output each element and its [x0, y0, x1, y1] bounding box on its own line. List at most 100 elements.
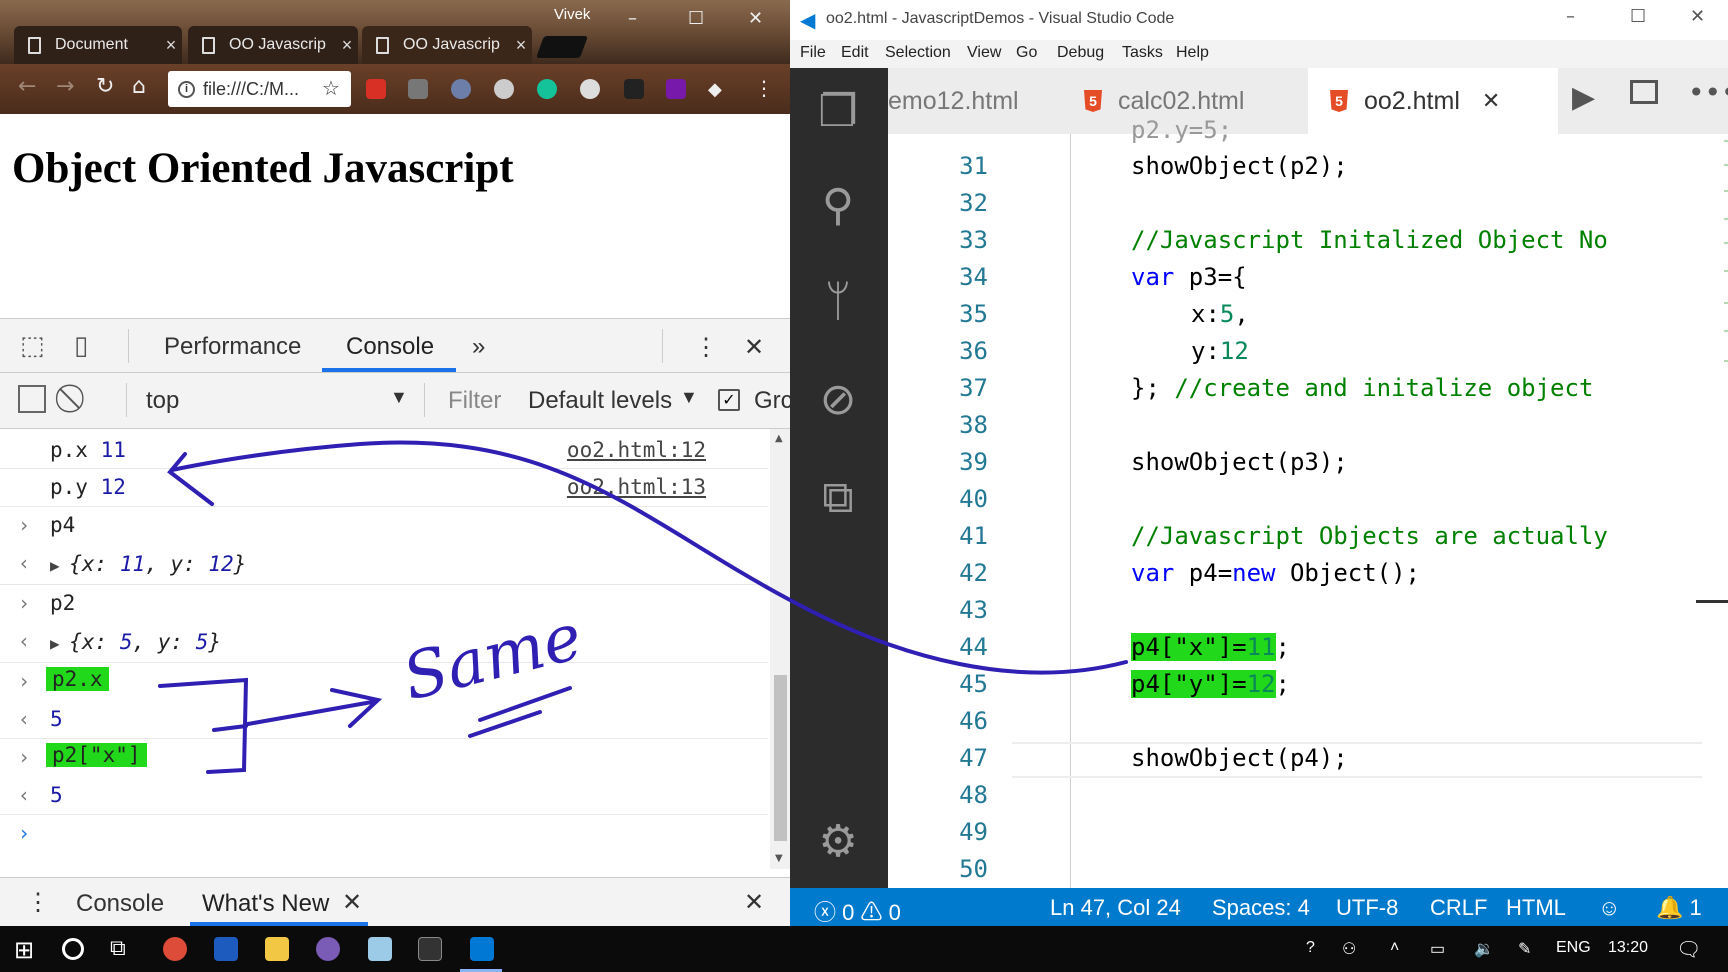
close-tab-icon[interactable]: × [160, 35, 182, 56]
source-control-icon[interactable]: ᛘ [812, 276, 864, 328]
problems-indicator[interactable]: ⓧ 0 ⚠ 0 [814, 895, 901, 927]
extension-icon[interactable] [451, 79, 471, 99]
language-mode[interactable]: HTML [1506, 895, 1566, 921]
task-view-icon[interactable]: ⧉ [110, 936, 126, 961]
close-devtools-icon[interactable]: ✕ [744, 333, 764, 362]
back-icon[interactable]: ← [18, 74, 36, 99]
context-selector[interactable]: top [146, 387, 179, 415]
extension-icon[interactable] [580, 79, 600, 99]
language-indicator[interactable]: ENG [1556, 939, 1591, 957]
onenote-icon[interactable] [666, 79, 686, 99]
maximize-icon[interactable]: ☐ [688, 8, 704, 29]
visual-studio-taskbar-icon[interactable] [214, 937, 238, 961]
vscode-taskbar-icon[interactable] [470, 937, 494, 961]
object-preview[interactable]: ▶ {x: 5, y: 5} [50, 630, 221, 654]
close-drawer-icon[interactable]: ✕ [744, 888, 764, 917]
extension-icon[interactable] [624, 79, 644, 99]
chrome-taskbar-icon[interactable] [163, 937, 187, 961]
close-tab-icon[interactable]: × [336, 35, 358, 56]
line-endings[interactable]: CRLF [1430, 895, 1487, 921]
menu-view[interactable]: View [967, 44, 1001, 62]
app-taskbar-icon[interactable] [316, 937, 340, 961]
chrome-menu-icon[interactable]: ⋮ [754, 76, 774, 100]
menu-tasks[interactable]: Tasks [1122, 44, 1163, 62]
menu-go[interactable]: Go [1016, 44, 1037, 62]
maximize-icon[interactable]: ☐ [1630, 6, 1646, 27]
bulb-extension-icon[interactable] [494, 79, 514, 99]
tab-oo2-active[interactable]: 5 oo2.html ✕ [1308, 68, 1558, 134]
search-icon[interactable]: ⚲ [812, 180, 864, 232]
log-levels-select[interactable]: Default levels [528, 387, 672, 415]
terminal-taskbar-icon[interactable] [418, 937, 442, 961]
console-output[interactable]: p.x 11 oo2.html:12 p.y 12 oo2.html:13 › … [0, 429, 770, 869]
more-actions-icon[interactable]: ••• [1688, 76, 1728, 109]
filter-input[interactable]: Filter [448, 387, 501, 415]
menu-edit[interactable]: Edit [841, 44, 869, 62]
menu-selection[interactable]: Selection [885, 44, 951, 62]
code-editor[interactable]: 31 32 33 34 35 36 37 38 39 40 41 42 43 44 45 46 47 48 49 50… [888, 116, 1728, 888]
split-editor-icon[interactable] [1630, 80, 1658, 104]
extension-icon[interactable] [408, 79, 428, 99]
tab-console[interactable]: Console [346, 333, 434, 361]
browser-tab-document[interactable]: Document × [14, 26, 182, 64]
feedback-smiley-icon[interactable]: ☺ [1598, 895, 1620, 921]
minimize-icon[interactable]: – [1566, 6, 1575, 27]
profile-name[interactable]: Vivek [554, 6, 590, 23]
close-whats-new-icon[interactable]: ✕ [342, 888, 362, 917]
action-center-icon[interactable]: 🗨 [1676, 937, 1701, 962]
new-tab-button[interactable] [535, 36, 589, 58]
menu-help[interactable]: Help [1176, 44, 1209, 62]
close-window-icon[interactable]: ✕ [748, 8, 763, 29]
drawer-tab-whats-new[interactable]: What's New [202, 890, 329, 918]
people-tray-icon[interactable]: ⚇ [1342, 939, 1356, 959]
drawer-menu-icon[interactable]: ⋮ [26, 888, 50, 917]
close-tab-icon[interactable]: ✕ [1482, 88, 1500, 114]
file-explorer-taskbar-icon[interactable] [265, 937, 289, 961]
group-similar-checkbox[interactable]: ✓ [718, 389, 740, 411]
debug-icon[interactable]: ⊘ [812, 374, 864, 426]
console-result-row[interactable]: ‹ ▶ {x: 5, y: 5} [0, 623, 768, 663]
help-tray-icon[interactable]: ? [1306, 939, 1315, 957]
source-link[interactable]: oo2.html:13 [567, 475, 706, 499]
console-result-row[interactable]: ‹ ▶ {x: 11, y: 12} [0, 545, 768, 585]
scroll-up-icon[interactable]: ▲ [775, 433, 783, 444]
chevron-up-icon[interactable]: ˄ [1390, 939, 1399, 957]
devtools-menu-icon[interactable]: ⋮ [694, 333, 718, 362]
pen-tray-icon[interactable]: ✎ [1518, 939, 1531, 959]
explorer-icon[interactable]: ❐ [812, 86, 864, 138]
inspect-element-icon[interactable]: ⬚ [20, 331, 45, 361]
forward-icon[interactable]: → [56, 74, 74, 99]
console-prompt[interactable]: › [0, 815, 768, 855]
encoding[interactable]: UTF-8 [1336, 895, 1398, 921]
context-dropdown-icon[interactable]: ▼ [390, 387, 408, 408]
indentation[interactable]: Spaces: 4 [1212, 895, 1310, 921]
object-preview[interactable]: ▶ {x: 11, y: 12} [50, 552, 246, 576]
home-icon[interactable]: ⌂ [132, 74, 146, 99]
windows-start-icon[interactable]: ⊞ [14, 936, 34, 964]
source-link[interactable]: oo2.html:12 [567, 438, 706, 462]
minimize-icon[interactable]: – [628, 8, 637, 29]
browser-tab-oo-javascript[interactable]: OO Javascrip × [188, 26, 358, 64]
cursor-position[interactable]: Ln 47, Col 24 [1050, 895, 1181, 921]
menu-file[interactable]: File [800, 44, 826, 62]
bookmark-star-icon[interactable]: ☆ [322, 76, 340, 100]
menu-debug[interactable]: Debug [1057, 44, 1104, 62]
device-toolbar-icon[interactable]: ▯ [74, 331, 88, 361]
run-icon[interactable]: ▶ [1572, 80, 1595, 115]
close-window-icon[interactable]: ✕ [1690, 6, 1705, 27]
sidebar-toggle-icon[interactable] [18, 385, 46, 413]
volume-tray-icon[interactable]: 🔉 [1474, 939, 1494, 959]
close-tab-icon[interactable]: × [510, 35, 532, 56]
battery-tray-icon[interactable]: ▭ [1430, 939, 1445, 959]
tab-emo12[interactable]: emo12.html [888, 68, 1054, 134]
clock[interactable]: 13:20 [1608, 939, 1648, 957]
info-icon[interactable]: i [178, 80, 195, 98]
extensions-icon[interactable]: ⧉ [812, 472, 864, 524]
app-taskbar-icon[interactable] [368, 937, 392, 961]
grammarly-icon[interactable] [537, 79, 557, 99]
gmail-extension-icon[interactable] [366, 79, 386, 99]
cortana-icon[interactable] [62, 938, 84, 960]
console-scrollbar[interactable]: ▲ ▼ [770, 429, 790, 869]
notifications[interactable]: 🔔 1 [1656, 895, 1702, 921]
minimap[interactable] [1718, 134, 1728, 434]
